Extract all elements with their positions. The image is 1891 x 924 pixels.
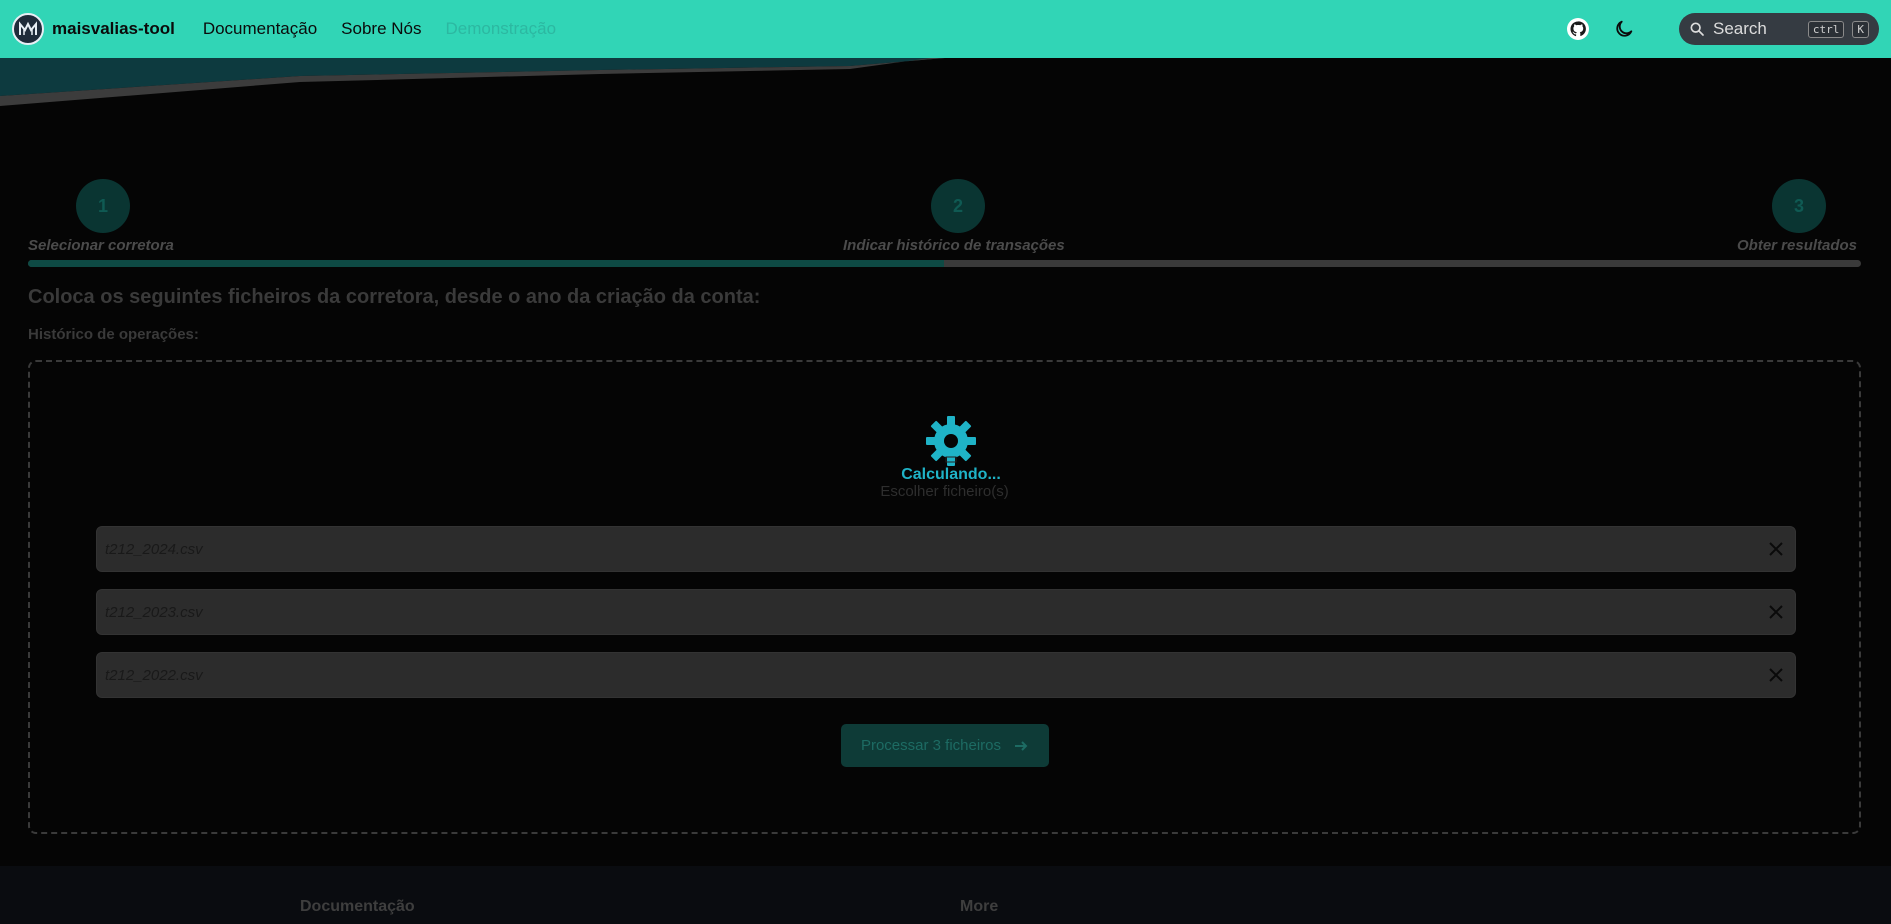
nav-links: Documentação Sobre Nós Demonstração bbox=[203, 19, 556, 39]
progress-fill bbox=[28, 260, 944, 267]
file-item: t212_2022.csv bbox=[96, 652, 1796, 698]
process-button-label: Processar 3 ficheiros bbox=[860, 737, 1002, 754]
close-icon[interactable] bbox=[1765, 538, 1787, 560]
choose-files-label[interactable]: Escolher ficheiro(s) bbox=[30, 483, 1859, 500]
search-icon bbox=[1690, 22, 1704, 36]
loading-indicator: Calculando... bbox=[899, 414, 1003, 484]
step-2-circle: 2 bbox=[931, 179, 985, 233]
brand-name: maisvalias-tool bbox=[52, 19, 175, 38]
step-1-circle: 1 bbox=[76, 179, 130, 233]
page-heading: Coloca os seguintes ficheiros da correto… bbox=[28, 286, 761, 308]
file-name: t212_2023.csv bbox=[105, 603, 203, 621]
search-button[interactable]: Search ctrl K bbox=[1679, 13, 1879, 45]
close-icon[interactable] bbox=[1765, 664, 1787, 686]
logo-icon bbox=[12, 13, 44, 45]
arrow-right-icon bbox=[1015, 740, 1028, 751]
kbd-k: K bbox=[1852, 20, 1869, 38]
step-3-label: Obter resultados bbox=[1737, 237, 1858, 254]
footer: Documentação More bbox=[0, 866, 1891, 924]
process-files-button[interactable]: Processar 3 ficheiros bbox=[841, 724, 1049, 767]
nav-right: Search ctrl K bbox=[1565, 13, 1879, 45]
nav-link-documentacao[interactable]: Documentação bbox=[203, 19, 317, 39]
gear-icon bbox=[926, 416, 976, 466]
moon-icon[interactable] bbox=[1611, 16, 1637, 42]
file-name: t212_2024.csv bbox=[105, 540, 203, 558]
hero-wave bbox=[0, 58, 945, 106]
file-name: t212_2022.csv bbox=[105, 666, 203, 684]
section-subheading: Histórico de operações: bbox=[28, 326, 199, 343]
navbar: maisvalias-tool Documentação Sobre Nós D… bbox=[0, 0, 1891, 58]
github-icon[interactable] bbox=[1565, 16, 1591, 42]
brand-link[interactable]: maisvalias-tool bbox=[12, 13, 175, 45]
kbd-ctrl: ctrl bbox=[1807, 20, 1845, 38]
step-1-label: Selecionar corretora bbox=[28, 237, 174, 254]
file-item: t212_2024.csv bbox=[96, 526, 1796, 572]
footer-col-documentacao: Documentação bbox=[300, 898, 415, 915]
search-placeholder: Search bbox=[1713, 19, 1767, 38]
step-2-label: Indicar histórico de transações bbox=[843, 237, 1065, 254]
nav-link-demonstracao[interactable]: Demonstração bbox=[446, 19, 557, 39]
step-3-circle: 3 bbox=[1772, 179, 1826, 233]
close-icon[interactable] bbox=[1765, 601, 1787, 623]
footer-col-more: More bbox=[960, 898, 999, 915]
nav-link-sobre-nos[interactable]: Sobre Nós bbox=[341, 19, 421, 39]
loading-text: Calculando... bbox=[901, 466, 1001, 483]
file-item: t212_2023.csv bbox=[96, 589, 1796, 635]
